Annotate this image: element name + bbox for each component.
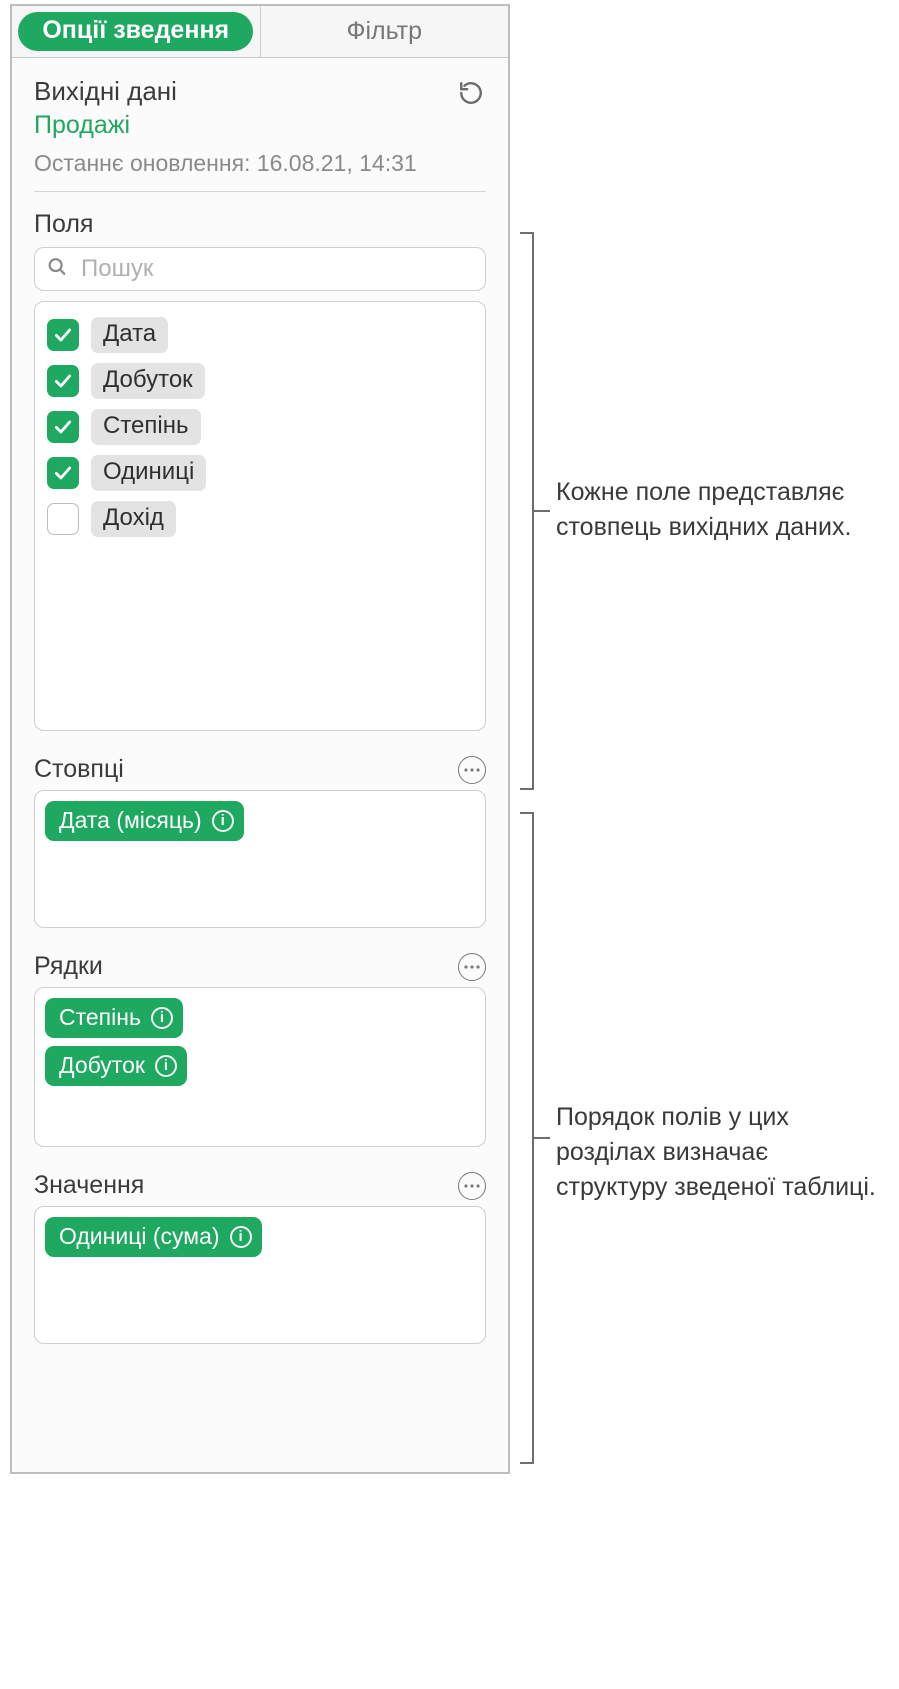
field-chip[interactable]: Дохід — [91, 501, 176, 537]
values-more-button[interactable] — [458, 1172, 486, 1200]
field-row[interactable]: Дохід — [45, 496, 475, 542]
field-checkbox[interactable] — [47, 365, 79, 397]
rows-more-button[interactable] — [458, 953, 486, 981]
callout-text-fields: Кожне поле представляє стовпець вихідних… — [556, 475, 876, 545]
more-icon — [464, 1184, 480, 1188]
callout-bracket-fields — [520, 232, 534, 790]
columns-header: Стовпці — [34, 755, 486, 784]
tabs: Опції зведення Фільтр — [12, 6, 508, 58]
info-icon[interactable]: i — [230, 1226, 252, 1248]
field-token[interactable]: Степінь i — [45, 998, 183, 1038]
callout-text-zones: Порядок полів у цих розділах визначає ст… — [556, 1100, 886, 1205]
tab-pivot-options-label: Опції зведення — [18, 12, 253, 51]
pivot-options-panel: Опції зведення Фільтр Вихідні дані Прода… — [10, 4, 510, 1474]
columns-more-button[interactable] — [458, 756, 486, 784]
panel-content: Вихідні дані Продажі Останнє оновлення: … — [12, 58, 508, 1472]
values-header: Значення — [34, 1171, 486, 1200]
columns-title: Стовпці — [34, 755, 124, 784]
fields-search-input[interactable] — [34, 247, 486, 291]
field-row[interactable]: Добуток — [45, 358, 475, 404]
source-updated: Останнє оновлення: 16.08.21, 14:31 — [34, 150, 417, 177]
rows-header: Рядки — [34, 952, 486, 981]
refresh-icon — [458, 80, 484, 106]
field-token[interactable]: Дата (місяць) i — [45, 801, 244, 841]
field-token[interactable]: Одиниці (сума) i — [45, 1217, 262, 1257]
source-header: Вихідні дані Продажі Останнє оновлення: … — [34, 76, 486, 191]
values-title: Значення — [34, 1171, 144, 1200]
field-checkbox[interactable] — [47, 411, 79, 443]
callout-bracket-zones — [520, 812, 534, 1464]
field-token-label: Одиниці (сума) — [59, 1223, 220, 1250]
field-checkbox[interactable] — [47, 457, 79, 489]
field-row[interactable]: Дата — [45, 312, 475, 358]
callout-line-fields — [534, 510, 550, 512]
field-chip[interactable]: Степінь — [91, 409, 201, 445]
fields-list[interactable]: Дата Добуток Степінь Одиниці Дохід — [34, 301, 486, 731]
field-checkbox[interactable] — [47, 503, 79, 535]
tab-filter-label: Фільтр — [346, 17, 422, 46]
source-name[interactable]: Продажі — [34, 111, 417, 140]
search-wrap — [34, 247, 486, 291]
tab-filter[interactable]: Фільтр — [261, 6, 509, 57]
info-icon[interactable]: i — [212, 810, 234, 832]
field-chip[interactable]: Дата — [91, 317, 168, 353]
search-icon — [46, 256, 68, 283]
callout-line-zones — [534, 1137, 550, 1139]
refresh-button[interactable] — [456, 78, 486, 108]
rows-dropzone[interactable]: Степінь i Добуток i — [34, 987, 486, 1147]
divider — [34, 191, 486, 192]
columns-dropzone[interactable]: Дата (місяць) i — [34, 790, 486, 928]
info-icon[interactable]: i — [155, 1055, 177, 1077]
field-chip[interactable]: Добуток — [91, 363, 205, 399]
field-chip[interactable]: Одиниці — [91, 455, 206, 491]
info-icon[interactable]: i — [151, 1007, 173, 1029]
more-icon — [464, 965, 480, 969]
field-token[interactable]: Добуток i — [45, 1046, 187, 1086]
more-icon — [464, 768, 480, 772]
field-token-label: Степінь — [59, 1004, 141, 1031]
field-token-label: Добуток — [59, 1052, 145, 1079]
tab-pivot-options[interactable]: Опції зведення — [12, 6, 261, 57]
field-token-label: Дата (місяць) — [59, 807, 202, 834]
values-dropzone[interactable]: Одиниці (сума) i — [34, 1206, 486, 1344]
source-data-title: Вихідні дані — [34, 76, 417, 107]
rows-title: Рядки — [34, 952, 103, 981]
fields-label: Поля — [34, 210, 486, 239]
field-row[interactable]: Одиниці — [45, 450, 475, 496]
field-checkbox[interactable] — [47, 319, 79, 351]
field-row[interactable]: Степінь — [45, 404, 475, 450]
